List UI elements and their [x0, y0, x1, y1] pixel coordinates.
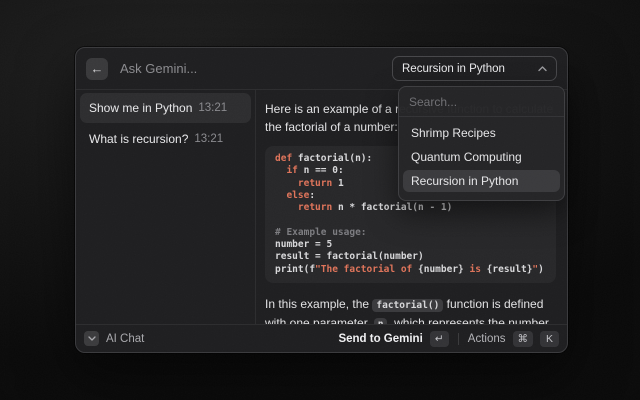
chevron-up-icon — [538, 66, 547, 72]
dropdown-option-shrimp-recipes[interactable]: Shrimp Recipes — [403, 122, 560, 144]
prompt-input[interactable] — [118, 60, 382, 77]
chevron-down-icon — [88, 336, 96, 341]
mode-label: AI Chat — [106, 333, 144, 345]
explanation-segment: In this example, the — [265, 297, 372, 311]
window-footer: AI Chat Send to Gemini ↵ Actions ⌘ K — [76, 324, 567, 352]
window-header: ← Recursion in Python — [76, 48, 567, 90]
dropdown-search-input[interactable] — [399, 87, 564, 116]
cmd-keycap[interactable]: ⌘ — [513, 331, 534, 347]
desktop-background: ← Recursion in Python Show me in Python … — [0, 0, 640, 400]
model-selector-label: Recursion in Python — [402, 63, 505, 75]
history-item-time: 13:21 — [198, 102, 227, 114]
ai-chat-icon — [84, 331, 99, 346]
footer-divider — [458, 333, 459, 345]
history-item-label: What is recursion? — [89, 132, 188, 146]
send-to-gemini-button[interactable]: Send to Gemini — [338, 333, 422, 345]
inline-code-factorial: factorial() — [372, 299, 443, 312]
history-item-label: Show me in Python — [89, 101, 192, 115]
dropdown-options-list: Shrimp Recipes Quantum Computing Recursi… — [399, 117, 564, 200]
model-dropdown-panel: Shrimp Recipes Quantum Computing Recursi… — [398, 86, 565, 201]
actions-button[interactable]: Actions — [468, 333, 506, 345]
history-item-what-is-recursion[interactable]: What is recursion? 13:21 — [80, 124, 251, 154]
dropdown-option-quantum-computing[interactable]: Quantum Computing — [403, 146, 560, 168]
model-selector-button[interactable]: Recursion in Python — [392, 56, 557, 81]
ask-gemini-window: ← Recursion in Python Show me in Python … — [75, 47, 568, 353]
dropdown-option-recursion-in-python[interactable]: Recursion in Python — [403, 170, 560, 192]
response-explanation-text: In this example, the factorial() functio… — [265, 295, 556, 324]
history-item-time: 13:21 — [194, 133, 223, 145]
enter-keycap[interactable]: ↵ — [430, 331, 449, 347]
arrow-left-icon: ← — [91, 61, 104, 76]
k-keycap[interactable]: K — [540, 331, 559, 347]
history-item-show-me-in-python[interactable]: Show me in Python 13:21 — [80, 93, 251, 123]
back-button[interactable]: ← — [86, 58, 108, 80]
chat-history-sidebar: Show me in Python 13:21 What is recursio… — [76, 90, 256, 324]
